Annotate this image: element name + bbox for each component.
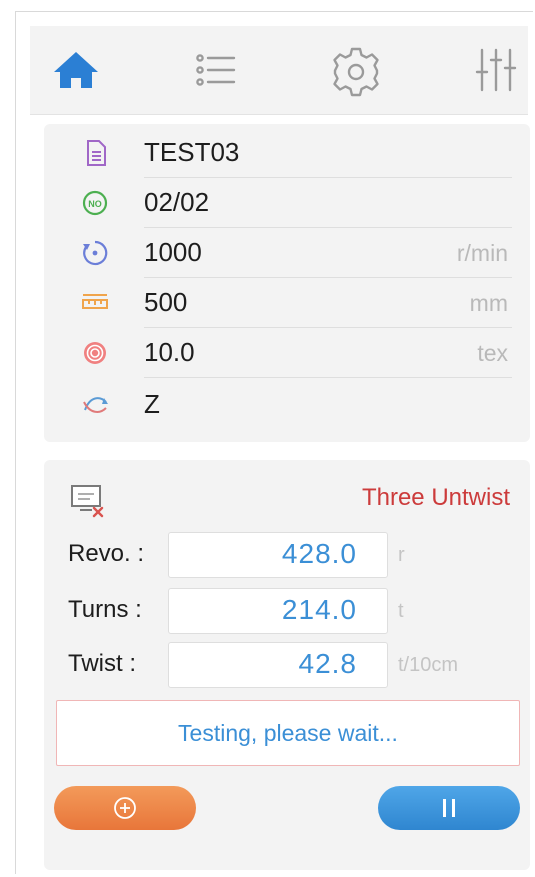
nav-settings-button[interactable] [328, 42, 384, 98]
pause-button[interactable] [378, 786, 520, 830]
test-panel-card: Three Untwist Revo. : 428.0 r Turns : 21… [44, 460, 530, 870]
speed-value: 1000 [144, 237, 202, 267]
twist-label: Twist : [68, 650, 137, 677]
info-row-number: NO 02/02 [60, 178, 512, 228]
revolutions-value: 428.0 [281, 538, 357, 569]
length-value: 500 [144, 287, 188, 317]
revolutions-value-box: 428.0 [168, 532, 388, 578]
nav-home-button[interactable] [48, 42, 104, 98]
home-icon [54, 52, 98, 88]
twist-value-box: 42.8 [168, 642, 388, 688]
sliders-icon [475, 48, 517, 92]
turns-label: Turns : [68, 596, 142, 623]
length-ruler-icon [80, 288, 110, 318]
document-icon [80, 138, 110, 168]
monitor-error-icon [68, 480, 108, 520]
test-mode-label: Three Untwist [361, 484, 510, 511]
turns-value-box: 214.0 [168, 588, 388, 634]
list-icon [196, 54, 236, 86]
settings-icon [333, 47, 379, 97]
svg-text:NO: NO [88, 199, 102, 209]
info-row-filename: TEST03 [60, 128, 512, 178]
nav-adjust-button[interactable] [468, 42, 524, 98]
info-row-speed: 1000 r/min [60, 228, 512, 278]
twist-unit: t/10cm [398, 654, 459, 676]
revolutions-unit: r [398, 544, 405, 566]
filename-value: TEST03 [144, 137, 240, 167]
start-button[interactable] [54, 786, 196, 830]
turns-unit: t [398, 600, 404, 622]
yarn-target-icon [80, 338, 110, 368]
density-value: 10.0 [144, 337, 195, 367]
info-row-density: 10.0 tex [60, 328, 512, 378]
revolutions-label: Revo. : [68, 540, 145, 567]
pause-icon [443, 799, 455, 817]
twist-value: 42.8 [298, 648, 357, 679]
info-row-twist-direction: Z [60, 380, 512, 430]
length-unit: mm [469, 290, 508, 316]
top-nav-bar [30, 26, 528, 115]
density-unit: tex [477, 340, 508, 366]
number-badge-icon: NO [80, 188, 110, 218]
turns-value: 214.0 [281, 594, 357, 625]
number-value: 02/02 [144, 187, 210, 217]
status-message: Testing, please wait... [56, 700, 520, 766]
info-row-length: 500 mm [60, 278, 512, 328]
twist-direction-value: Z [144, 389, 160, 419]
twist-direction-icon [80, 390, 110, 420]
parameter-info-card: TEST03 NO 02/02 1000 r/min 500 mm 10.0 t… [44, 124, 530, 442]
plus-circle-icon [114, 797, 136, 819]
speed-unit: r/min [456, 240, 508, 266]
rotation-icon [80, 238, 110, 268]
nav-list-button[interactable] [188, 42, 244, 98]
